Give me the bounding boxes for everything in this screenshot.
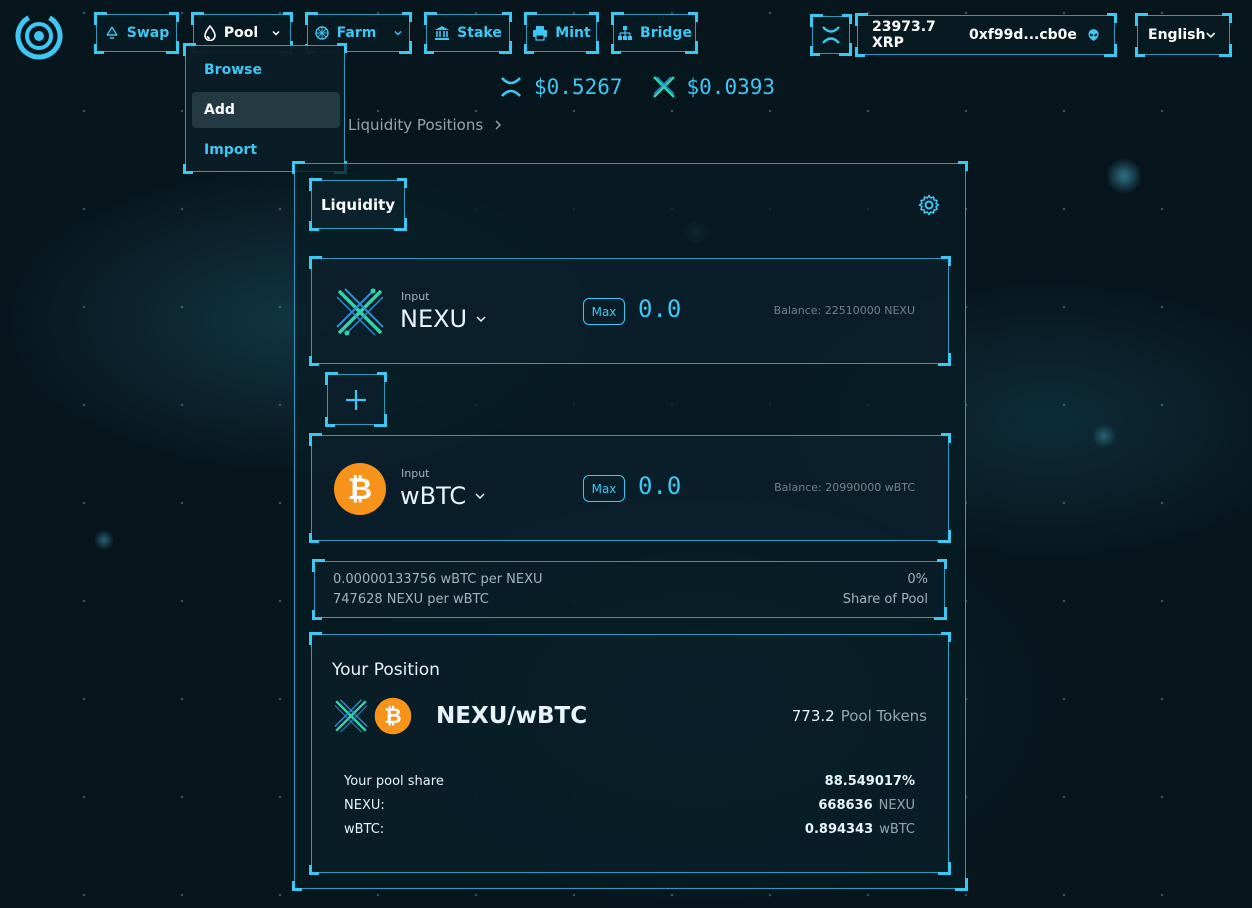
wallet-balance: 23973.7 XRP bbox=[872, 19, 936, 51]
pool-dropdown-menu: Browse Add Import bbox=[183, 43, 347, 174]
your-position-panel: Your Position ₿ NEXU/wBTC 773.2 Pool Toke… bbox=[309, 632, 951, 875]
recycle-icon bbox=[106, 26, 118, 39]
nexu-amount-label: NEXU: bbox=[344, 798, 385, 813]
nav-bridge-button[interactable]: Bridge bbox=[611, 12, 698, 54]
gear-icon[interactable] bbox=[917, 193, 941, 217]
svg-text:₿: ₿ bbox=[384, 703, 401, 728]
language-label: English bbox=[1148, 27, 1206, 43]
wallet-button[interactable]: 23973.7 XRP 0xf99d...cb0e bbox=[855, 13, 1117, 57]
wbtc-amount-unit: wBTC bbox=[879, 822, 915, 837]
xrp-network-button[interactable] bbox=[810, 14, 852, 56]
position-title: Your Position bbox=[332, 660, 440, 680]
nexu-logo-icon bbox=[652, 76, 675, 98]
add-token-button[interactable] bbox=[325, 372, 387, 427]
chevron-down-icon bbox=[394, 30, 402, 36]
nav-farm-label: Farm bbox=[336, 25, 377, 41]
svg-text:₿: ₿ bbox=[348, 472, 372, 507]
wbtc-amount-row: wBTC: 0.894343 wBTC bbox=[344, 822, 915, 837]
plus-icon bbox=[346, 389, 366, 410]
nexu-price: $0.0393 bbox=[686, 75, 776, 99]
xrp-x-icon bbox=[822, 26, 840, 44]
xrp-price: $0.5267 bbox=[534, 75, 623, 99]
token-input-b: ₿ Input wBTC Max 0.0 Balance: 20990000 w… bbox=[309, 433, 951, 543]
token-input-a: Input NEXU Max 0.0 Balance: 22510000 NEX… bbox=[309, 256, 951, 366]
token-b-max-button[interactable]: Max bbox=[583, 475, 625, 502]
wbtc-amount-label: wBTC: bbox=[344, 822, 385, 837]
position-pair-name: NEXU/wBTC bbox=[436, 703, 588, 729]
pool-share-row: Your pool share 88.549017% bbox=[344, 774, 915, 789]
chevron-down-icon bbox=[476, 316, 486, 323]
nexu-amount-unit: NEXU bbox=[878, 798, 915, 813]
chevron-down-icon bbox=[475, 493, 485, 500]
token-b-symbol: wBTC bbox=[400, 482, 467, 510]
nav-pool-label: Pool bbox=[223, 25, 259, 41]
nexu-logo-icon bbox=[336, 288, 384, 336]
droplet-icon bbox=[204, 25, 216, 41]
network-icon bbox=[618, 26, 633, 40]
nexu-amount-value: 668636 bbox=[818, 798, 873, 813]
share-of-pool-value: 0% bbox=[907, 572, 928, 587]
menu-item-browse[interactable]: Browse bbox=[192, 52, 340, 88]
token-b-balance: Balance: 20990000 wBTC bbox=[774, 481, 915, 494]
token-a-max-button[interactable]: Max bbox=[583, 298, 625, 325]
chevron-down-icon bbox=[272, 30, 280, 36]
tab-liquidity-label: Liquidity bbox=[320, 195, 396, 214]
pool-tokens-label: Pool Tokens bbox=[840, 707, 927, 725]
nav-mint-label: Mint bbox=[555, 25, 591, 41]
pool-rates-panel: 0.00000133756 wBTC per NEXU 747628 NEXU … bbox=[312, 559, 947, 620]
pool-tokens: 773.2 Pool Tokens bbox=[792, 707, 927, 725]
rate-nexu-per-wbtc: 747628 NEXU per wBTC bbox=[333, 592, 489, 607]
wallet-address: 0xf99d...cb0e bbox=[969, 27, 1077, 43]
chevron-right-icon bbox=[495, 120, 502, 130]
token-a-input-label: Input bbox=[401, 290, 430, 303]
token-a-balance: Balance: 22510000 NEXU bbox=[773, 304, 915, 317]
pool-share-value: 88.549017% bbox=[824, 774, 915, 789]
bank-icon bbox=[435, 26, 450, 40]
nav-swap-label: Swap bbox=[126, 25, 170, 41]
xrp-x-icon bbox=[501, 77, 521, 97]
nav-bridge-label: Bridge bbox=[640, 25, 692, 41]
logo-icon[interactable] bbox=[14, 11, 64, 61]
token-a-selector[interactable]: NEXU bbox=[400, 305, 487, 333]
rate-wbtc-per-nexu: 0.00000133756 wBTC per NEXU bbox=[333, 572, 543, 587]
printer-icon bbox=[533, 26, 548, 41]
nexu-logo-icon bbox=[334, 699, 368, 733]
chevron-down-icon bbox=[1206, 32, 1216, 39]
pool-tokens-value: 773.2 bbox=[791, 707, 835, 725]
breadcrumb: Liquidity Positions bbox=[348, 116, 503, 134]
menu-item-add[interactable]: Add bbox=[192, 92, 340, 128]
token-a-amount-input[interactable]: 0.0 bbox=[638, 295, 681, 323]
nav-stake-label: Stake bbox=[457, 25, 502, 41]
alien-icon bbox=[1088, 29, 1099, 41]
share-of-pool-label: Share of Pool bbox=[842, 592, 928, 607]
nav-swap-button[interactable]: Swap bbox=[94, 12, 179, 54]
token-a-symbol: NEXU bbox=[400, 305, 468, 333]
token-b-input-label: Input bbox=[401, 467, 430, 480]
nav-mint-button[interactable]: Mint bbox=[524, 12, 599, 54]
language-select[interactable]: English bbox=[1135, 13, 1232, 57]
token-b-amount-input[interactable]: 0.0 bbox=[638, 472, 681, 500]
token-b-selector[interactable]: wBTC bbox=[400, 482, 486, 510]
nexu-amount-row: NEXU: 668636 NEXU bbox=[344, 798, 915, 813]
price-ticker: $0.5267 $0.0393 bbox=[498, 72, 775, 102]
nav-stake-button[interactable]: Stake bbox=[424, 12, 512, 54]
bitcoin-icon: ₿ bbox=[334, 463, 386, 515]
wbtc-amount-value: 0.894343 bbox=[804, 822, 874, 837]
sun-icon bbox=[314, 26, 329, 40]
breadcrumb-current[interactable]: Liquidity Positions bbox=[348, 116, 483, 134]
tab-liquidity[interactable]: Liquidity bbox=[309, 178, 407, 231]
pair-icons: ₿ bbox=[332, 697, 412, 735]
bitcoin-icon: ₿ bbox=[374, 697, 412, 735]
pool-share-label: Your pool share bbox=[344, 774, 444, 789]
